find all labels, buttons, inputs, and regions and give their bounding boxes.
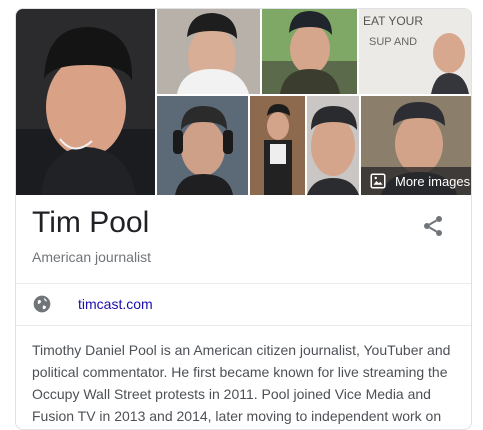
more-images-button[interactable]: More images (361, 167, 471, 195)
entity-description: Timothy Daniel Pool is an American citiz… (32, 342, 451, 424)
gallery-image-5[interactable] (157, 96, 248, 195)
website-row: timcast.com (32, 293, 153, 315)
share-icon[interactable] (421, 214, 445, 238)
svg-text:SUP AND: SUP AND (369, 36, 417, 48)
divider (16, 283, 471, 284)
gallery-image-7[interactable] (307, 96, 359, 195)
knowledge-panel: EAT YOUR SUP AND More images Tim Pool Am… (15, 8, 472, 430)
svg-text:EAT YOUR: EAT YOUR (363, 14, 423, 28)
image-gallery: EAT YOUR SUP AND More images (16, 9, 471, 195)
entity-title: Tim Pool (32, 206, 150, 239)
gallery-image-main[interactable] (16, 9, 155, 195)
gallery-image-3[interactable] (262, 9, 357, 94)
more-images-label: More images (395, 173, 471, 189)
gallery-image-4[interactable]: EAT YOUR SUP AND (359, 9, 471, 94)
entity-subtitle: American journalist (32, 249, 152, 265)
gallery-image-6[interactable] (250, 96, 305, 195)
globe-icon (33, 295, 51, 313)
gallery-image-2[interactable] (157, 9, 260, 94)
divider (16, 325, 471, 326)
image-icon (370, 173, 386, 189)
website-link[interactable]: timcast.com (78, 296, 153, 312)
